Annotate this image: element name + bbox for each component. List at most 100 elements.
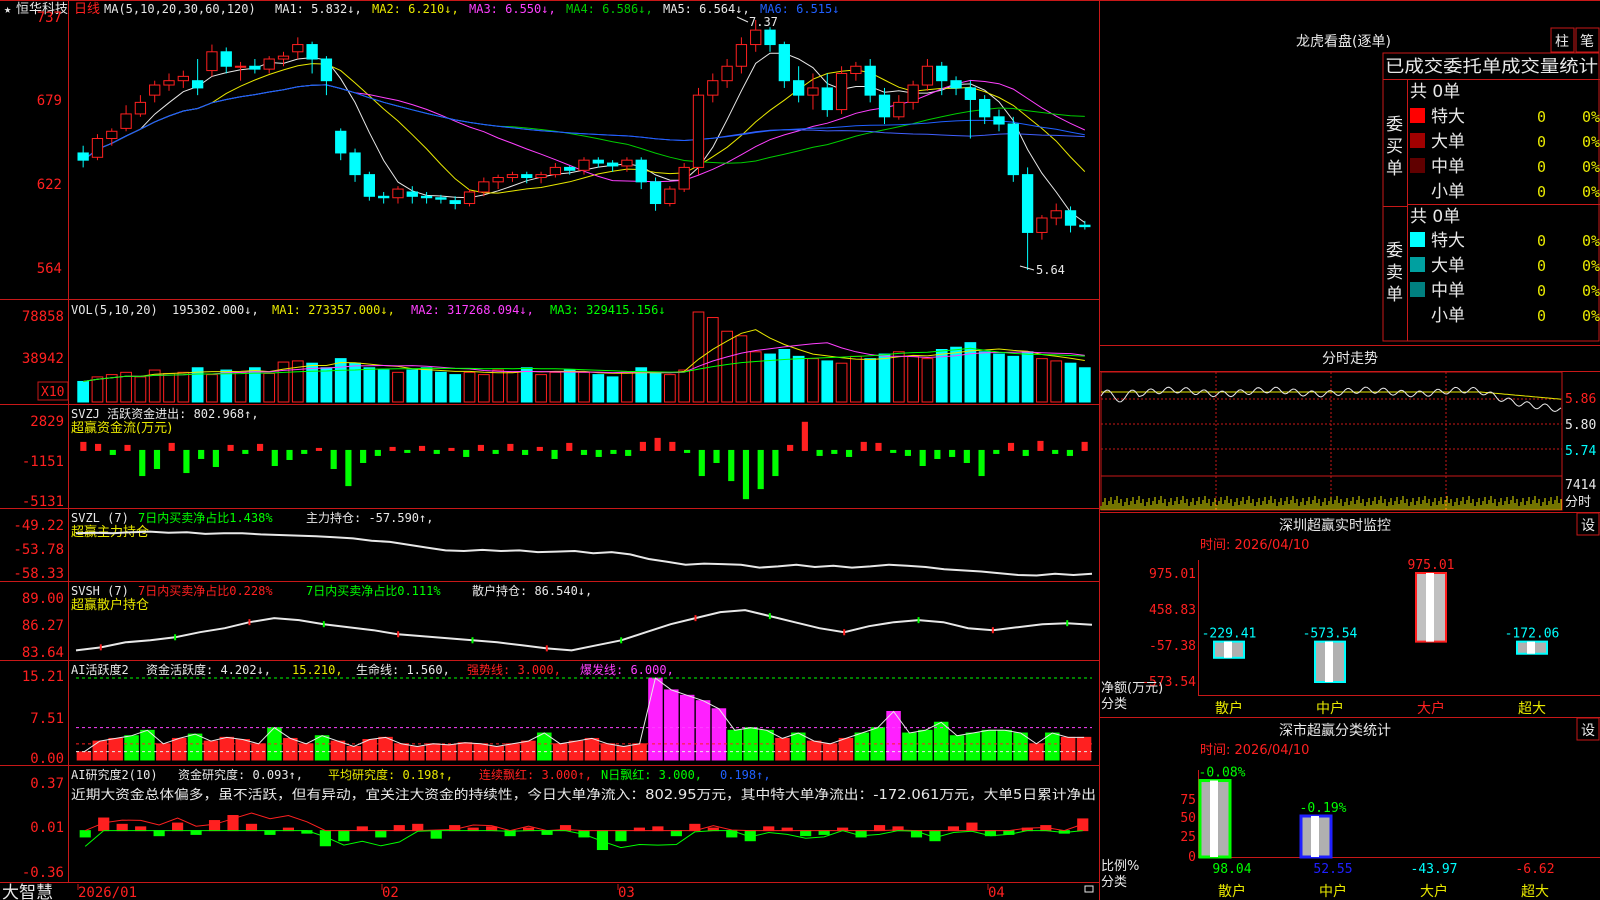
ai2-bar [187, 733, 203, 761]
classify-bar-highlight [1311, 816, 1319, 857]
volume-bar [978, 351, 991, 403]
research-bar [541, 830, 553, 835]
candle-body [506, 174, 519, 179]
svzj-bar [772, 449, 779, 477]
svzj-bar [978, 449, 985, 477]
classify-xlabel: 分类 [1101, 875, 1127, 890]
svzj-axis-tick: -1151 [22, 454, 64, 470]
volume-bar [392, 371, 404, 403]
lock-icon[interactable] [1084, 885, 1094, 893]
price-panel[interactable]: ★ 恒华科技 日线 MA(5,10,20,30,60,120) MA1: 5.8… [4, 2, 1091, 277]
candle-body [835, 72, 848, 111]
volume-bar [377, 369, 390, 403]
volume-bar [850, 355, 862, 403]
svsh-part2: 7日内买卖净占比0.111% [306, 583, 441, 598]
candle-body [292, 44, 304, 53]
ai-research-panel[interactable]: AI研究度2(10) 资金研究度: 0.093↑, 平均研究度: 0.198↑,… [22, 767, 1096, 881]
ai2-bar [1013, 732, 1028, 761]
dragon-tiger-panel[interactable]: 龙虎看盘(逐单) 柱 笔 已成交委托单成交量统计 委买单 委卖单 共 0单 共 … [1296, 27, 1600, 342]
ai2-bar [949, 735, 965, 761]
candle-body [120, 113, 132, 129]
volume-bar [363, 367, 376, 403]
ai2-bar [171, 737, 187, 761]
volume-bar [449, 374, 462, 403]
classify-top-label: -0.19% [1300, 801, 1347, 816]
candle-body [1021, 174, 1034, 233]
order-row-label: 特大 [1431, 231, 1465, 251]
candle-body [850, 65, 862, 74]
monitor-category: 超大 [1518, 701, 1546, 717]
ai2-part1: 资金活跃度: 4.202↓, [146, 662, 271, 677]
candle-body [692, 94, 705, 168]
svzj-bar [728, 449, 735, 482]
ai-activity-panel[interactable]: AI活跃度2 资金活跃度: 4.202↓, 15.210, 生命线: 1.560… [22, 662, 1092, 767]
air-name: AI研究度2(10) [71, 767, 158, 782]
svzj-bar [1081, 441, 1088, 451]
air-part2: 平均研究度: 0.198↑, [328, 767, 453, 782]
volume-bar [277, 361, 290, 403]
svzl-line [75, 530, 1093, 577]
monitor-title: 深圳超赢实时监控 [1279, 517, 1391, 534]
volume-bar [792, 355, 805, 403]
sz-monitor-panel[interactable]: 深圳超赢实时监控 设 时间: 2026/04/10 975.01 458.83 … [1101, 512, 1600, 717]
ma6-value: MA6: 6.515↓ [760, 2, 839, 16]
ai2-bar [838, 737, 854, 761]
volume-panel[interactable]: VOL(5,10,20) 195302.000↓, MA1: 273357.00… [22, 303, 1091, 403]
sz-classify-panel[interactable]: 深市超赢分类统计 设 时间: 2026/04/10 75 50 25 0 比例%… [1101, 717, 1600, 900]
research-bar [670, 830, 682, 837]
candle-body [764, 29, 776, 46]
svzj-bar [139, 449, 146, 477]
classify-bottom-label: -6.62 [1515, 862, 1554, 877]
volume-bar [807, 358, 819, 403]
ai2-bar [346, 746, 362, 761]
vol-title: VOL(5,10,20) [71, 303, 158, 317]
svsh-panel[interactable]: SVSH (7) 7日内买卖净占比0.228% 7日内买卖净占比0.111% 散… [22, 583, 1093, 661]
monitor-category: 散户 [1215, 700, 1243, 717]
svzl-panel[interactable]: SVZL (7) 7日内买卖净占比1.438% 主力持仓: -57.590↑, … [13, 510, 1093, 582]
svzj-bar [124, 444, 131, 451]
period-label[interactable]: 日线 [74, 2, 100, 17]
ai2-bar [711, 708, 727, 761]
candle-body [134, 101, 147, 115]
sell-total: 共 0单 [1410, 207, 1460, 227]
classify-bottom-label: 98.04 [1212, 862, 1251, 877]
ai2-name: AI活跃度2 [71, 662, 129, 677]
svzj-bar [448, 447, 455, 451]
volume-bar [621, 371, 633, 403]
ma-lines [82, 52, 1086, 224]
ma3-value: MA3: 6.550↓, [469, 2, 556, 16]
ai2-bar [441, 744, 457, 761]
order-row-label: 小单 [1431, 306, 1465, 326]
svzj-panel[interactable]: SVZJ 活跃资金进出: 802.968↑, 超赢资金流(万元) 2829 -1… [22, 406, 1088, 510]
svsh-line [75, 609, 1093, 652]
candle-body [478, 181, 490, 193]
svsh-axis-tick: 86.27 [22, 618, 64, 634]
volume-bar [492, 369, 505, 403]
ai2-part4: 强势线: 3.000, [467, 663, 561, 677]
intraday-panel[interactable]: 分时走势 5.86 5.80 5.74 7414 分时 [1099, 351, 1600, 511]
ai2-bar [886, 710, 901, 761]
ai2-bar [981, 729, 997, 761]
svzj-bar [919, 449, 926, 467]
favorite-star-icon[interactable]: ★ [4, 2, 11, 16]
air-part4: N日飘红: 3.000, [601, 767, 702, 782]
volume-bar [835, 362, 848, 403]
candle-body [821, 87, 833, 111]
svzj-axis-tick: 2829 [30, 414, 64, 430]
ai2-bar [1045, 732, 1060, 761]
svzj-bar [1037, 440, 1044, 451]
svzj-bar [463, 449, 470, 457]
candle-body [707, 80, 719, 96]
volume-bar [163, 372, 175, 403]
svzj-bar [153, 449, 161, 470]
ai2-bar [410, 746, 425, 761]
volume-bar [349, 362, 361, 403]
date-tick: 03 [618, 885, 635, 900]
volume-bar [921, 358, 934, 403]
monitor-bar-highlight [1224, 641, 1232, 658]
low-marker-line [1019, 265, 1035, 271]
svsh-polyline [75, 609, 1093, 652]
research-bar [430, 830, 442, 839]
research-bar [947, 826, 960, 832]
volume-bar [993, 353, 1005, 403]
